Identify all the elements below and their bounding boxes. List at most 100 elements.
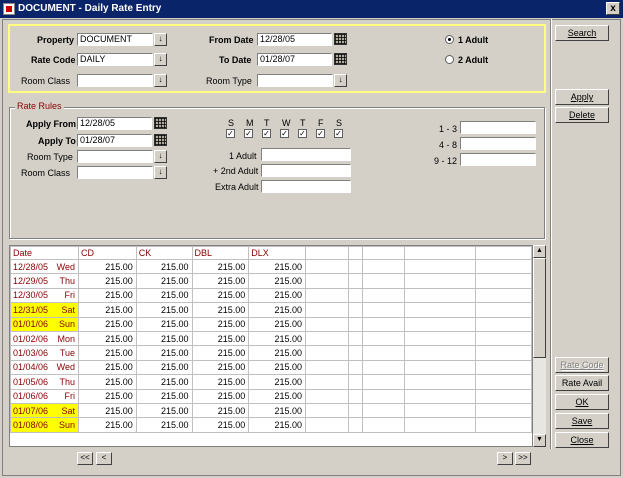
two-adult-radio[interactable] (445, 55, 454, 64)
empty-cell[interactable] (404, 402, 477, 419)
save-button[interactable]: Save (555, 413, 609, 429)
room-class-dropdown-icon[interactable]: ↓ (154, 74, 167, 87)
rate-cell[interactable]: 215.00 (135, 388, 193, 404)
last-page-button[interactable]: >> (515, 452, 531, 465)
table-row[interactable]: 12/30/05 Fri 215.00 215.00 215.00 215.00 (10, 287, 532, 304)
rate-cell[interactable]: 215.00 (135, 402, 193, 419)
empty-cell[interactable] (475, 316, 532, 332)
rate-cell[interactable]: 215.00 (77, 345, 137, 361)
rate-cell[interactable]: 215.00 (248, 258, 306, 275)
rate-cell[interactable]: 215.00 (191, 258, 250, 275)
table-row[interactable]: 12/31/05 Sat 215.00 215.00 215.00 215.00 (10, 302, 532, 318)
from-date-calendar-icon[interactable] (334, 33, 347, 45)
empty-cell[interactable] (475, 287, 532, 304)
empty-cell[interactable] (404, 258, 477, 275)
empty-cell[interactable] (305, 287, 349, 304)
rate-cell[interactable]: 215.00 (191, 316, 250, 332)
empty-cell[interactable] (475, 302, 532, 318)
empty-cell[interactable] (361, 273, 406, 289)
apply-to-calendar-icon[interactable] (154, 134, 167, 146)
rate-cell[interactable]: 215.00 (77, 374, 137, 390)
rule-room-type-dropdown-icon[interactable]: ↓ (154, 150, 167, 163)
rate-cell[interactable]: 215.00 (77, 302, 137, 318)
rate-cell[interactable]: 215.00 (248, 302, 306, 318)
rate-avail-button[interactable]: Rate Avail (555, 375, 609, 391)
apply-from-calendar-icon[interactable] (154, 117, 167, 129)
empty-cell[interactable] (361, 359, 406, 376)
rate-cell[interactable]: 215.00 (191, 273, 250, 289)
empty-cell[interactable] (361, 316, 406, 332)
rate-code-field[interactable]: DAILY (77, 53, 153, 66)
rate-cell[interactable]: 215.00 (248, 287, 306, 304)
rate-code-dropdown-icon[interactable]: ↓ (154, 53, 167, 66)
table-row[interactable]: 01/07/06 Sat 215.00 215.00 215.00 215.00 (10, 402, 532, 419)
table-row[interactable]: 01/04/06 Wed 215.00 215.00 215.00 215.00 (10, 359, 532, 376)
rate-cell[interactable]: 215.00 (77, 402, 137, 419)
rate-cell[interactable]: 215.00 (135, 359, 193, 376)
rate-cell[interactable]: 215.00 (248, 417, 306, 433)
scroll-down-icon[interactable]: ▼ (533, 434, 546, 447)
empty-cell[interactable] (361, 330, 406, 347)
rate-cell[interactable]: 215.00 (135, 258, 193, 275)
rate-cell[interactable]: 215.00 (248, 273, 306, 289)
table-row[interactable]: 01/06/06 Fri 215.00 215.00 215.00 215.00 (10, 388, 532, 404)
rate-cell[interactable]: 215.00 (135, 417, 193, 433)
empty-cell[interactable] (305, 302, 349, 318)
rate-cell[interactable]: 215.00 (77, 417, 137, 433)
room-class-field[interactable] (77, 74, 153, 87)
empty-cell[interactable] (361, 388, 406, 404)
from-date-field[interactable]: 12/28/05 (257, 33, 332, 46)
empty-cell[interactable] (475, 374, 532, 390)
rate-cell[interactable]: 215.00 (77, 287, 137, 304)
rate-cell[interactable]: 215.00 (135, 316, 193, 332)
empty-cell[interactable] (305, 345, 349, 361)
rate-cell[interactable]: 215.00 (77, 330, 137, 347)
rate-cell[interactable]: 215.00 (191, 402, 250, 419)
empty-cell[interactable] (305, 330, 349, 347)
empty-cell[interactable] (404, 302, 477, 318)
rate-cell[interactable]: 215.00 (191, 345, 250, 361)
rate-cell[interactable]: 215.00 (191, 359, 250, 376)
one-adult-radio[interactable] (445, 35, 454, 44)
table-row[interactable]: 01/08/06 Sun 215.00 215.00 215.00 215.00 (10, 417, 532, 433)
empty-cell[interactable] (475, 388, 532, 404)
empty-cell[interactable] (361, 345, 406, 361)
rate-cell[interactable]: 215.00 (248, 359, 306, 376)
rule-room-class-dropdown-icon[interactable]: ↓ (154, 166, 167, 179)
delete-button[interactable]: Delete (555, 107, 609, 123)
rate-cell[interactable]: 215.00 (77, 273, 137, 289)
apply-to-field[interactable]: 01/28/07 (77, 134, 152, 147)
day-checkbox[interactable]: ✓ (226, 129, 235, 138)
empty-cell[interactable] (404, 330, 477, 347)
rate-cell[interactable]: 215.00 (248, 402, 306, 419)
table-row[interactable]: 12/28/05 Wed 215.00 215.00 215.00 215.00 (10, 258, 532, 275)
empty-cell[interactable] (347, 402, 363, 419)
rate-cell[interactable]: 215.00 (135, 302, 193, 318)
empty-cell[interactable] (404, 273, 477, 289)
rate-cell[interactable]: 215.00 (248, 374, 306, 390)
rate-cell[interactable]: 215.00 (191, 302, 250, 318)
table-row[interactable]: 12/29/05 Thu 215.00 215.00 215.00 215.00 (10, 273, 532, 289)
day-checkbox[interactable]: ✓ (244, 129, 253, 138)
room-type-field[interactable] (257, 74, 333, 87)
empty-cell[interactable] (347, 302, 363, 318)
rate-cell[interactable]: 215.00 (135, 273, 193, 289)
empty-cell[interactable] (475, 359, 532, 376)
rate-cell[interactable]: 215.00 (248, 345, 306, 361)
rate-cell[interactable]: 215.00 (77, 388, 137, 404)
room-type-dropdown-icon[interactable]: ↓ (334, 74, 347, 87)
table-row[interactable]: 01/03/06 Tue 215.00 215.00 215.00 215.00 (10, 345, 532, 361)
day-checkbox[interactable]: ✓ (280, 129, 289, 138)
first-page-button[interactable]: << (77, 452, 93, 465)
rate-cell[interactable]: 215.00 (135, 345, 193, 361)
range-9-12-field[interactable] (460, 153, 536, 166)
property-field[interactable]: DOCUMENT (77, 33, 153, 46)
close-window-button[interactable]: x (606, 2, 620, 15)
day-checkbox[interactable]: ✓ (316, 129, 325, 138)
grid-vertical-scrollbar[interactable]: ▲ ▼ (533, 245, 546, 447)
rate-cell[interactable]: 215.00 (191, 374, 250, 390)
empty-cell[interactable] (347, 316, 363, 332)
rate-cell[interactable]: 215.00 (135, 374, 193, 390)
empty-cell[interactable] (305, 359, 349, 376)
empty-cell[interactable] (361, 287, 406, 304)
